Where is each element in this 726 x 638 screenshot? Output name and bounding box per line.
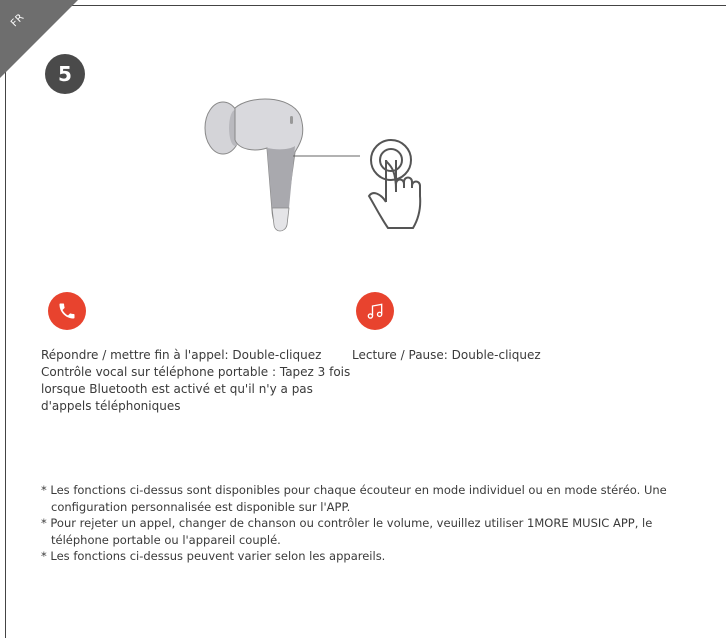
voice-control-text: Contrôle vocal sur téléphone portable : … bbox=[41, 365, 351, 413]
notes-list: * Les fonctions ci-dessus sont disponibl… bbox=[41, 482, 701, 565]
page-border-top bbox=[0, 5, 726, 6]
step-number: 5 bbox=[45, 54, 85, 94]
earbud-icon bbox=[204, 98, 360, 232]
manual-page: FR 5 Répondre / mettre fin à l'appel: Do… bbox=[0, 0, 726, 638]
note-item: * Les fonctions ci-dessus peuvent varier… bbox=[41, 549, 386, 563]
earbud-double-tap-illustration bbox=[204, 98, 422, 232]
call-answer-text: Répondre / mettre fin à l'appel: Double-… bbox=[41, 348, 322, 362]
call-gesture-description: Répondre / mettre fin à l'appel: Double-… bbox=[41, 347, 351, 415]
music-gesture-description: Lecture / Pause: Double-cliquez bbox=[352, 347, 652, 364]
music-note-icon bbox=[356, 292, 394, 330]
note-item: * Pour rejeter un appel, changer de chan… bbox=[41, 516, 653, 547]
tap-hand-icon bbox=[367, 139, 422, 229]
page-border-left bbox=[5, 0, 6, 638]
play-pause-text: Lecture / Pause: Double-cliquez bbox=[352, 348, 541, 362]
phone-icon bbox=[48, 292, 86, 330]
note-item: * Les fonctions ci-dessus sont disponibl… bbox=[41, 483, 667, 514]
